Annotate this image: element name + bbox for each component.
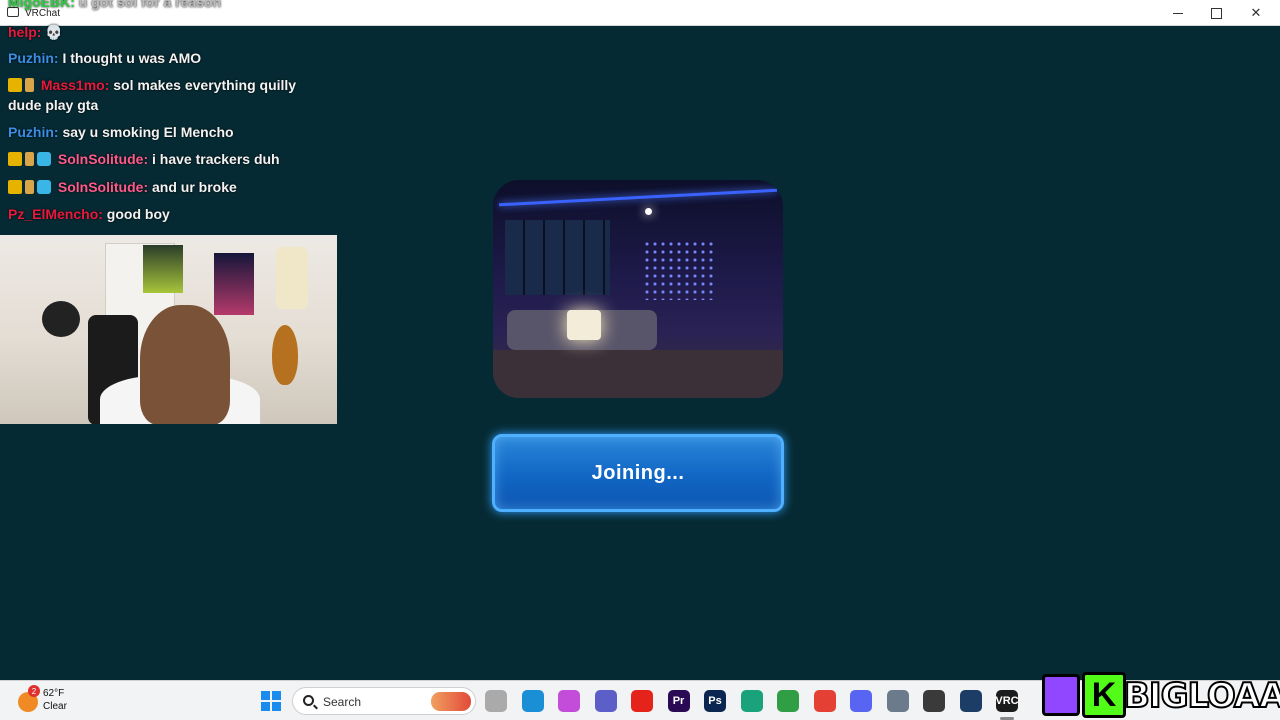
chat-message: SolnSolitude: i have trackers duh <box>8 149 280 169</box>
subscriber-badge-icon <box>25 180 34 194</box>
chrome-2-icon[interactable] <box>777 690 799 712</box>
stream-chat-overlay: MigoEBK: u got sol for a reason help: 💀 … <box>0 0 340 230</box>
steam-icon[interactable] <box>959 690 982 712</box>
weather-condition: Clear <box>43 701 67 712</box>
chat-message: Mass1mo: sol makes everything quilly <box>8 75 296 95</box>
crown-badge-icon <box>8 78 22 92</box>
screen: VRChat ✕ MigoEBK: u got sol for a reason… <box>0 0 1280 720</box>
minimize-button[interactable] <box>1158 0 1198 26</box>
chat-message: MigoEBK: u got sol for a reason <box>8 0 221 12</box>
webcam-fan <box>42 301 80 337</box>
webcam-feed <box>0 235 337 424</box>
webcam-poster <box>214 253 254 315</box>
chat-text: I thought u was AMO <box>62 50 202 66</box>
settings-icon[interactable] <box>886 690 909 712</box>
chat-username: help: <box>8 24 42 40</box>
kick-logo-icon: K <box>1082 672 1126 718</box>
world-thumbnail <box>493 180 783 398</box>
streamer-tag: K BIGLOAAF <box>1040 668 1280 720</box>
weather-temperature: 62°F <box>43 688 65 699</box>
chat-username: SolnSolitude: <box>57 179 149 195</box>
ceiling-light <box>645 208 652 215</box>
city-window <box>505 220 610 295</box>
weather-alert-badge: 2 <box>28 685 40 697</box>
chat-message: Puzhin: I thought u was AMO <box>8 48 201 68</box>
chat-username: Pz_ElMencho: <box>8 206 103 222</box>
maximize-button[interactable] <box>1196 0 1236 26</box>
streamer-name: BIGLOAAF <box>1123 675 1280 717</box>
search-icon <box>303 695 314 706</box>
chat-text: u got sol for a reason <box>78 0 222 10</box>
close-button[interactable]: ✕ <box>1236 0 1276 26</box>
chat-text: say u smoking El Mencho <box>62 124 234 140</box>
crown-badge-icon <box>8 152 22 166</box>
gem-badge-icon <box>37 152 51 166</box>
chat-app-icon[interactable] <box>740 690 763 712</box>
chat-text: i have trackers duh <box>152 151 280 167</box>
search-highlight-art <box>431 692 471 711</box>
string-lights <box>643 240 713 300</box>
lamp <box>567 310 601 340</box>
teams-icon[interactable] <box>594 690 617 712</box>
obs-icon[interactable] <box>923 690 945 712</box>
file-explorer-icon[interactable] <box>485 690 507 712</box>
edge-icon[interactable] <box>521 690 544 712</box>
subscriber-badge-icon <box>25 78 34 92</box>
chat-text: and ur broke <box>152 179 237 195</box>
webcam-guitar <box>272 325 298 385</box>
subscriber-badge-icon <box>25 152 34 166</box>
premiere-icon[interactable]: Pr <box>667 690 690 712</box>
chat-text: dude play gta <box>8 97 99 113</box>
crown-badge-icon <box>8 180 22 194</box>
search-placeholder: Search <box>323 695 362 709</box>
chat-message: SolnSolitude: and ur broke <box>8 177 237 197</box>
room-floor <box>493 350 783 398</box>
chat-message: help: 💀 <box>8 22 63 42</box>
skull-emoji: 💀 <box>45 24 63 40</box>
chat-username: Puzhin: <box>8 50 59 66</box>
twitch-logo-icon <box>1042 674 1080 716</box>
webcam-poster <box>276 247 308 309</box>
webcam-person <box>140 305 230 424</box>
chat-username: Puzhin: <box>8 124 59 140</box>
joining-button[interactable]: Joining... <box>492 434 784 512</box>
chat-text: good boy <box>106 206 170 222</box>
neon-strip <box>499 188 777 207</box>
windows-start-icon[interactable] <box>261 691 281 711</box>
red-app-icon[interactable] <box>631 690 653 712</box>
copilot-icon[interactable] <box>558 690 580 712</box>
chat-message: Puzhin: say u smoking El Mencho <box>8 122 234 142</box>
chat-message: Pz_ElMencho: good boy <box>8 204 170 224</box>
discord-icon[interactable] <box>850 690 872 712</box>
photoshop-icon[interactable]: Ps <box>704 690 726 712</box>
chat-message-continuation: dude play gta <box>8 95 98 115</box>
chrome-icon[interactable] <box>813 690 836 712</box>
webcam-poster <box>143 245 183 293</box>
taskbar-search[interactable]: Search <box>292 687 476 715</box>
chat-username: MigoEBK: <box>8 0 75 10</box>
chat-username: Mass1mo: <box>40 77 110 93</box>
chat-text: sol makes everything quilly <box>113 77 297 93</box>
gem-badge-icon <box>37 180 51 194</box>
vrchat-icon[interactable]: VRC <box>995 690 1019 712</box>
chat-username: SolnSolitude: <box>57 151 149 167</box>
